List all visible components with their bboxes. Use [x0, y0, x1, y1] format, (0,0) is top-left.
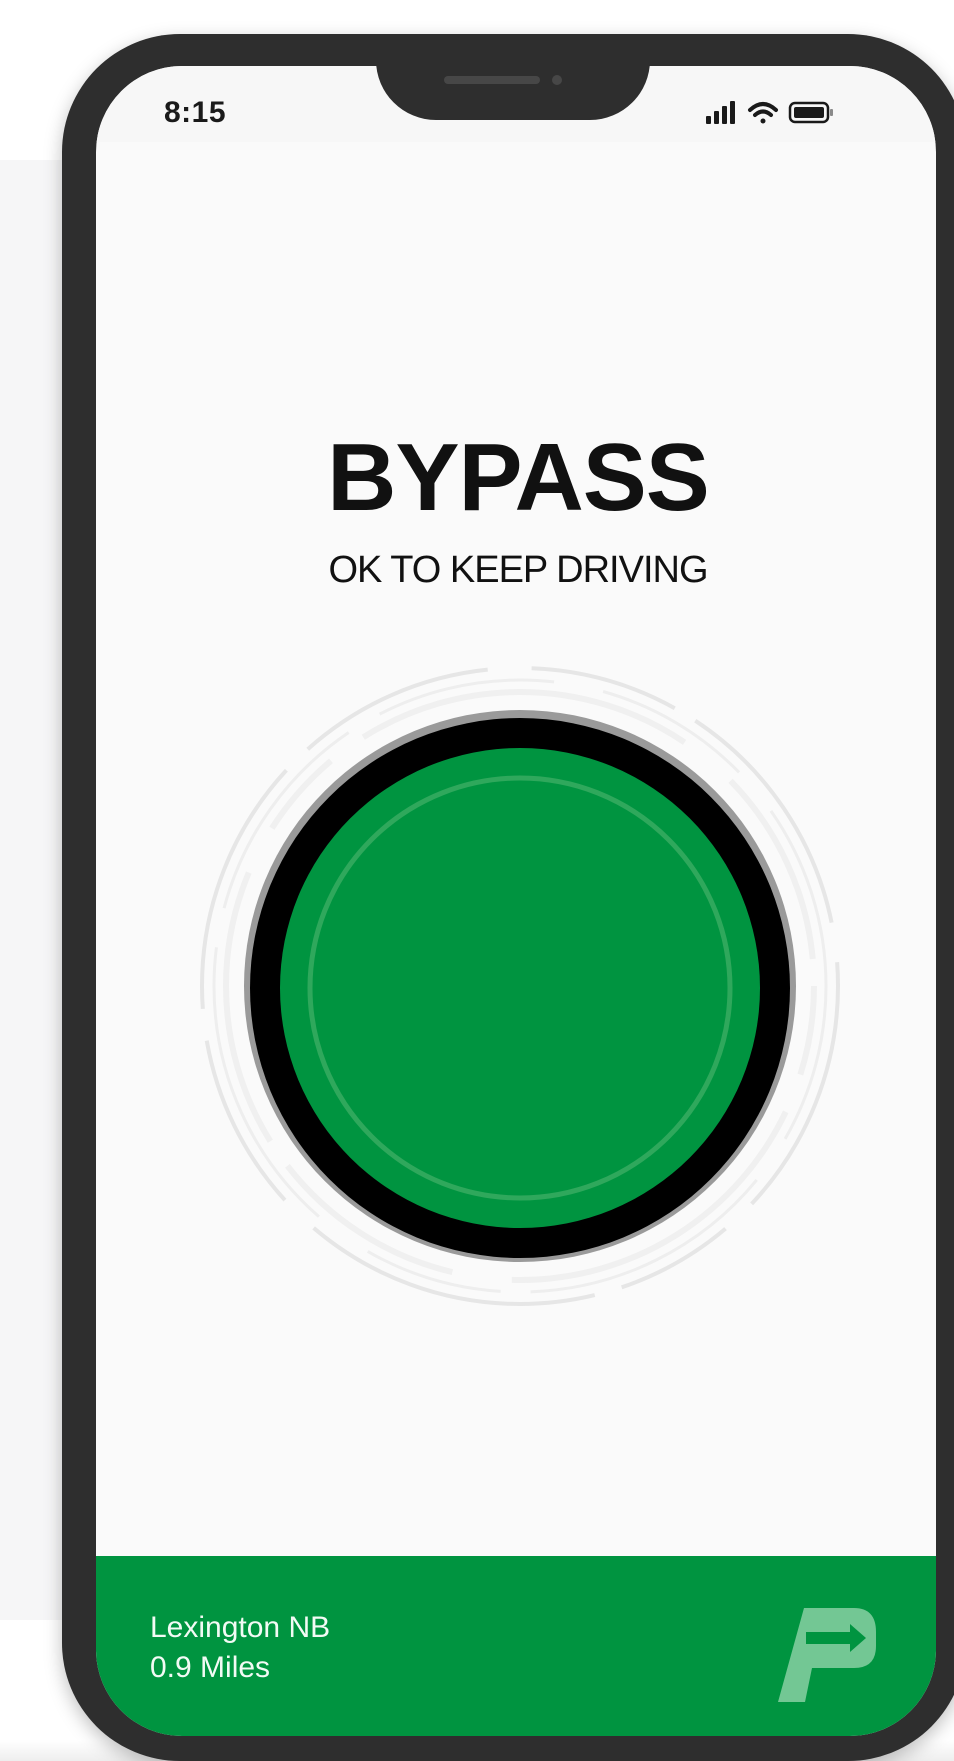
location-info: Lexington NB 0.9 Miles — [150, 1608, 330, 1688]
prepass-logo-icon — [778, 1608, 876, 1702]
wifi-icon — [748, 102, 778, 124]
phone-notch — [376, 34, 650, 120]
bypass-indicator — [190, 656, 850, 1316]
speaker-grille — [444, 76, 540, 84]
status-icons — [706, 101, 833, 124]
footer-bar: Lexington NB 0.9 Miles — [96, 1556, 936, 1736]
result-title: BYPASS — [327, 424, 710, 531]
front-camera — [552, 75, 562, 85]
location-distance: 0.9 Miles — [150, 1651, 271, 1684]
status-time: 8:15 — [164, 96, 227, 129]
location-name: Lexington NB — [150, 1611, 331, 1644]
result-subtitle: OK TO KEEP DRIVING — [328, 549, 708, 591]
cellular-signal-icon — [706, 101, 735, 124]
bypass-indicator-icon — [200, 666, 840, 1306]
indicator-green-fill — [280, 748, 760, 1228]
battery-icon — [788, 101, 833, 124]
